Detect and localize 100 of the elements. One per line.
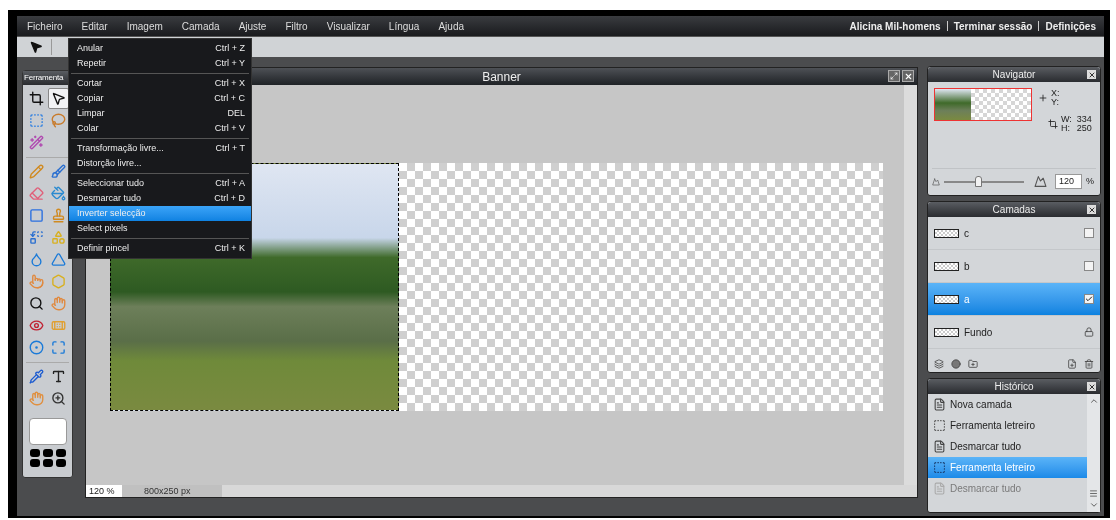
move-tool-icon <box>50 91 66 106</box>
close-button[interactable] <box>1087 382 1096 391</box>
lock-icon <box>1084 327 1094 337</box>
marquee-icon <box>933 419 946 432</box>
shortcut-label: Ctrl + D <box>214 191 245 205</box>
new-layer-icon[interactable] <box>1067 359 1077 369</box>
menu-entry-label: Cortar <box>77 76 102 90</box>
maximize-button[interactable] <box>888 70 900 82</box>
menu-entry[interactable]: Transformação livre... Ctrl + T <box>69 141 251 156</box>
menu-entry-label: Distorção livre... <box>77 156 142 170</box>
color-swatch[interactable] <box>28 418 67 445</box>
close-button[interactable] <box>902 70 914 82</box>
scroll-down-icon[interactable] <box>1088 500 1099 510</box>
shortcut-label: Ctrl + K <box>214 241 245 255</box>
document-title: Banner <box>482 70 521 83</box>
magnifier-icon <box>29 296 44 311</box>
menu-entry[interactable]: Cortar Ctrl + X <box>69 76 251 91</box>
delete-icon[interactable] <box>1084 359 1094 369</box>
marquee-icon <box>933 461 946 474</box>
menu-entry[interactable]: Limpar DEL <box>69 106 251 121</box>
shortcut-label: Ctrl + Y <box>214 56 245 70</box>
paint-bucket-icon <box>50 186 66 201</box>
history-item[interactable]: Desmarcar tudo <box>928 436 1087 457</box>
tool-button[interactable] <box>47 88 69 109</box>
dimension-label: W: <box>1061 115 1072 124</box>
menu-item[interactable]: Camada <box>181 18 220 34</box>
document-icon <box>933 440 946 453</box>
menu-entry[interactable]: Anular Ctrl + Z <box>69 41 251 56</box>
size-readout: 800x250 px <box>122 485 222 497</box>
menu-entry[interactable]: Colar Ctrl + V <box>69 121 251 136</box>
scroll-thumb-icon[interactable] <box>1089 489 1098 498</box>
menu-item[interactable]: Ajuda <box>438 18 464 34</box>
shapes-icon <box>50 230 66 245</box>
zoom-out-icon[interactable] <box>932 177 940 186</box>
menu-item[interactable]: Visualizar <box>326 18 370 34</box>
header-link[interactable]: Alicina Mil-homens <box>849 18 941 34</box>
menu-entry[interactable]: Definir pincel Ctrl + K <box>69 241 251 256</box>
menu-entry-label: Limpar <box>77 106 105 120</box>
history-label: Desmarcar tudo <box>950 482 1022 496</box>
menu-entry[interactable]: Seleccionar tudo Ctrl + A <box>69 176 251 191</box>
visibility-checkbox[interactable] <box>1084 261 1094 271</box>
marquee-icon <box>29 113 44 128</box>
visibility-checkbox[interactable] <box>1084 228 1094 238</box>
scrollbar[interactable] <box>1087 394 1100 512</box>
visibility-checkbox[interactable] <box>1084 294 1094 304</box>
history-item[interactable]: Nova camada <box>928 394 1087 415</box>
zoom-slider-thumb[interactable] <box>974 175 982 187</box>
color-presets-icon[interactable] <box>28 448 67 468</box>
history-label: Ferramenta letreiro <box>950 419 1036 433</box>
layer-thumbnail <box>934 228 959 238</box>
layer-row[interactable]: Fundo <box>928 316 1100 349</box>
close-button[interactable] <box>1087 205 1096 214</box>
shortcut-label: Ctrl + V <box>214 121 245 135</box>
history-item[interactable]: Ferramenta letreiro <box>928 415 1087 436</box>
zoom-in-icon[interactable] <box>1034 175 1047 188</box>
menu-item[interactable]: Editar <box>81 18 108 34</box>
menu-item[interactable]: Ficheiro <box>27 18 63 34</box>
coordinate-label: Y: <box>1051 98 1060 107</box>
shortcut-label: DEL <box>227 106 245 120</box>
percent-label: % <box>1086 174 1094 188</box>
menu-entry[interactable]: Distorção livre... <box>69 156 251 171</box>
menu-entry[interactable]: Repetir Ctrl + Y <box>69 56 251 71</box>
pencil-icon <box>29 164 44 179</box>
menu-item[interactable]: Ajuste <box>238 18 267 34</box>
panel-title: Ferramenta <box>24 74 64 82</box>
menu-entry[interactable]: Desmarcar tudo Ctrl + D <box>69 191 251 206</box>
crop-icon <box>29 91 44 106</box>
menu-item[interactable]: Filtro <box>285 18 308 34</box>
menu-entry-label: Repetir <box>77 56 106 70</box>
menu-item[interactable]: Imagem <box>126 18 163 34</box>
header-link[interactable]: Definições <box>1045 18 1096 34</box>
eye-icon <box>29 318 44 333</box>
folder-icon[interactable] <box>968 359 978 369</box>
document-icon <box>933 398 946 411</box>
magic-wand-icon <box>29 135 44 150</box>
drop-icon <box>29 252 44 267</box>
header-link[interactable]: Terminar sessão <box>953 18 1033 34</box>
history-label: Desmarcar tudo <box>950 440 1022 454</box>
dimension-value: 250 <box>1076 124 1092 133</box>
coordinate-label: X: <box>1051 89 1060 98</box>
text-tool-icon <box>50 369 66 384</box>
move-tool-icon <box>29 40 43 54</box>
brush-icon <box>50 164 66 179</box>
lasso-icon <box>50 113 66 128</box>
layer-row[interactable]: c <box>928 217 1100 250</box>
document-icon <box>933 482 946 495</box>
zoom-input[interactable]: 120 <box>1055 174 1082 189</box>
scroll-up-icon[interactable] <box>1088 396 1099 406</box>
layer-thumbnail <box>934 261 959 271</box>
menu-item[interactable]: Língua <box>388 18 420 34</box>
scrollbar[interactable] <box>904 85 917 485</box>
layer-thumbnail <box>934 294 959 304</box>
zoom-readout: 120 % <box>86 485 122 497</box>
bandage-icon <box>50 318 66 333</box>
menu-entry-label: Desmarcar tudo <box>77 191 142 205</box>
menu-entry[interactable]: Select pixels <box>69 221 251 236</box>
history-label: Nova camada <box>950 398 1012 412</box>
close-button[interactable] <box>1087 70 1096 79</box>
menu-entry[interactable]: Copiar Ctrl + C <box>69 91 251 106</box>
layer-styles-icon[interactable] <box>934 359 944 369</box>
